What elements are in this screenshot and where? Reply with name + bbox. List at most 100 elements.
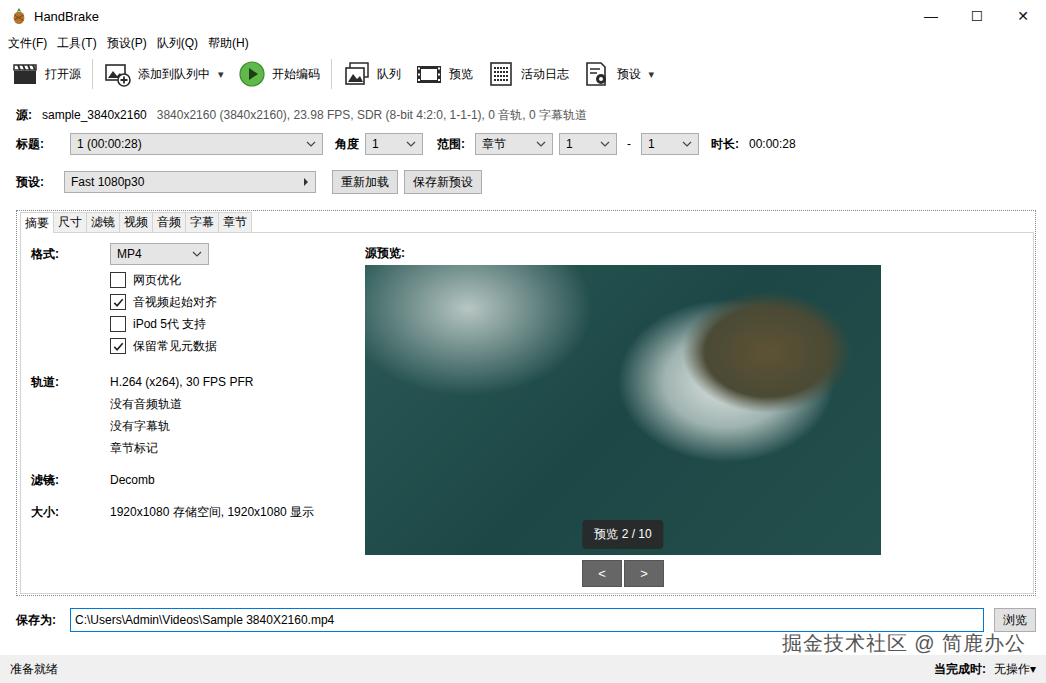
preview-icon [415, 60, 443, 88]
checkbox[interactable] [110, 316, 126, 332]
preset-label: 预设: [16, 174, 64, 191]
preview-label: 源预览: [365, 245, 881, 261]
status-bar: 准备就绪 当完成时: 无操作▾ [0, 655, 1046, 683]
checkbox-row[interactable]: iPod 5代 支持 [110, 313, 365, 335]
checkmark-icon [112, 340, 125, 353]
preset-select[interactable]: Fast 1080p30 [64, 171, 316, 193]
angle-label: 角度 [335, 136, 359, 153]
queue-icon [343, 60, 371, 88]
toolbar-button[interactable]: 开始编码 [233, 57, 325, 91]
chevron-down-icon [536, 141, 546, 147]
toolbar-button[interactable]: 打开源 [6, 57, 86, 91]
summary-column: 格式:MP4 网页优化音视频起始对齐 iPod 5代 支持保留常见元数据轨道:H.2… [31, 243, 365, 593]
format-label: 格式: [31, 243, 110, 357]
section-label: 大小: [31, 501, 110, 523]
menu-item[interactable]: 队列(Q) [152, 32, 203, 54]
next-button[interactable]: > [624, 560, 664, 587]
range-type-select[interactable]: 章节 [475, 133, 553, 155]
dropdown-caret[interactable]: ▾ [218, 68, 224, 81]
toolbar-separator [92, 59, 93, 89]
watermark: 掘金技术社区 @ 简鹿办公 [782, 632, 1026, 654]
preview-counter: 预览 2 / 10 [582, 520, 663, 549]
tab[interactable]: 尺寸 [53, 212, 87, 232]
when-done-label: 当完成时: [934, 661, 986, 678]
checkbox[interactable] [110, 294, 126, 310]
chevron-down-icon [192, 251, 202, 257]
title-select[interactable]: 1 (00:00:28) [70, 133, 323, 155]
tab[interactable]: 字幕 [185, 212, 219, 232]
main-area: 源:sample_3840x21603840x2160 (3840x2160),… [0, 94, 1046, 655]
menu-item[interactable]: 帮助(H) [203, 32, 254, 54]
format-select[interactable]: MP4 [110, 243, 209, 265]
range-start-select[interactable]: 1 [559, 133, 617, 155]
chevron-down-icon [406, 141, 416, 147]
source-name: sample_3840x2160 [42, 108, 147, 122]
tab[interactable]: 章节 [218, 212, 252, 232]
tab[interactable]: 滤镜 [86, 212, 120, 232]
duration-label: 时长: [711, 136, 739, 153]
preset-button[interactable]: 保存新预设 [404, 170, 482, 194]
clapper-icon [11, 60, 39, 88]
summary-section: 大小:1920x1080 存储空间, 1920x1080 显示 [31, 501, 365, 523]
menu-bar: 文件(F)工具(T)预设(P)队列(Q)帮助(H) [0, 32, 1046, 54]
checkbox-row[interactable]: 音视频起始对齐 [110, 291, 365, 313]
browse-button[interactable]: 浏览 [994, 608, 1036, 632]
menu-item[interactable]: 预设(P) [102, 32, 152, 54]
toolbar-button[interactable]: 预览 [410, 57, 478, 91]
section-line: 章节标记 [110, 437, 365, 459]
angle-select[interactable]: 1 [365, 133, 423, 155]
duration-value: 00:00:28 [749, 137, 796, 151]
checkbox[interactable] [110, 338, 126, 354]
when-done-select[interactable]: 无操作▾ [994, 661, 1036, 678]
previous-button[interactable]: < [582, 560, 622, 587]
tab[interactable]: 音频 [152, 212, 186, 232]
save-row: 保存为:C:\Users\Admin\Videos\Sample 3840X21… [16, 608, 1036, 632]
chevron-down-icon [306, 141, 316, 147]
preview-column: 源预览: 预览 2 / 10 <> [365, 243, 881, 593]
toolbar-button[interactable]: 活动日志 [482, 57, 574, 91]
tab[interactable]: 视频 [119, 212, 153, 232]
range-separator: - [627, 137, 631, 151]
checkbox[interactable] [110, 272, 126, 288]
save-label: 保存为: [16, 612, 70, 629]
range-end-select[interactable]: 1 [641, 133, 699, 155]
checkbox-row[interactable]: 保留常见元数据 [110, 335, 365, 357]
menu-item[interactable]: 工具(T) [52, 32, 101, 54]
tab-frame: 摘要尺寸滤镜视频音频字幕章节格式:MP4 网页优化音视频起始对齐 iPod 5代 支… [16, 210, 1036, 596]
dropdown-caret[interactable]: ▾ [649, 68, 655, 81]
window-control-button[interactable]: ☐ [954, 0, 1000, 32]
summary-panel: 格式:MP4 网页优化音视频起始对齐 iPod 5代 支持保留常见元数据轨道:H.2… [20, 232, 1034, 594]
title-row: 标题:1 (00:00:28)角度1范围:章节1-1时长:00:00:28 [16, 132, 1036, 156]
checkbox-row[interactable]: 网页优化 [110, 269, 365, 291]
format-row: 格式:MP4 网页优化音视频起始对齐 iPod 5代 支持保留常见元数据 [31, 243, 365, 357]
preview-image: 预览 2 / 10 [365, 265, 881, 555]
toolbar-button[interactable]: 预设▾ [578, 57, 660, 91]
section-label: 滤镜: [31, 469, 110, 491]
window-control-button[interactable]: ✕ [1000, 0, 1046, 32]
section-line: H.264 (x264), 30 FPS PFR [110, 371, 365, 393]
summary-section: 滤镜:Decomb [31, 469, 365, 491]
toolbar-button[interactable]: 添加到队列中▾ [99, 57, 229, 91]
tab-bar: 摘要尺寸滤镜视频音频字幕章节 [20, 212, 1034, 232]
summary-section: 轨道:H.264 (x264), 30 FPS PFR没有音频轨道没有字幕轨章节… [31, 371, 365, 459]
checkbox-label: iPod 5代 支持 [133, 316, 206, 333]
add-queue-icon [104, 60, 132, 88]
source-info: 3840x2160 (3840x2160), 23.98 FPS, SDR (8… [157, 107, 587, 124]
save-path-input[interactable]: C:\Users\Admin\Videos\Sample 3840X2160.m… [70, 608, 984, 632]
section-label: 轨道: [31, 371, 110, 459]
title-bar: HandBrake—☐✕ [0, 0, 1046, 32]
toolbar-button[interactable]: 队列 [338, 57, 406, 91]
menu-item[interactable]: 文件(F) [3, 32, 52, 54]
handbrake-window: HandBrake—☐✕文件(F)工具(T)预设(P)队列(Q)帮助(H) 打开源… [0, 0, 1046, 683]
checkbox-label: 音视频起始对齐 [133, 294, 217, 311]
tab[interactable]: 摘要 [20, 212, 54, 233]
title-label: 标题: [16, 136, 70, 153]
checkbox-label: 保留常见元数据 [133, 338, 217, 355]
window-control-button[interactable]: — [908, 0, 954, 32]
preset-icon [583, 60, 611, 88]
chevron-right-icon [303, 177, 309, 187]
source-row: 源:sample_3840x21603840x2160 (3840x2160),… [16, 106, 1036, 124]
preset-row: 预设:Fast 1080p30 重新加载保存新预设 [16, 170, 1036, 194]
preset-button[interactable]: 重新加载 [332, 170, 398, 194]
status-text: 准备就绪 [10, 661, 58, 678]
